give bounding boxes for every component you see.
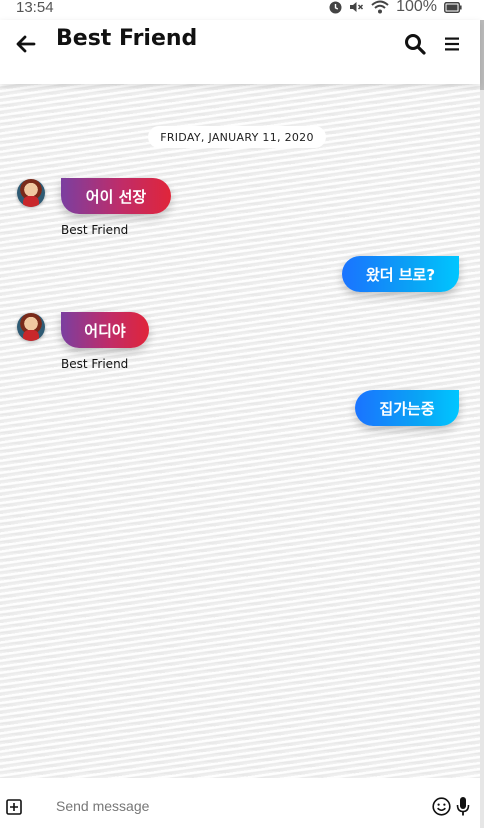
- message-input-bar: [0, 778, 480, 828]
- alarm-icon: [329, 1, 342, 13]
- chat-title: Best Friend: [56, 26, 198, 51]
- status-time: 13:54: [16, 0, 54, 16]
- microphone-icon[interactable]: [456, 796, 470, 817]
- battery-icon: [444, 1, 462, 13]
- chat-header: Best Friend: [0, 20, 480, 84]
- date-separator: FRIDAY, JANUARY 11, 2020: [148, 126, 326, 148]
- status-icons: 100%: [329, 0, 462, 16]
- menu-icon[interactable]: [444, 36, 460, 52]
- back-arrow-icon[interactable]: [14, 32, 38, 56]
- emoji-icon[interactable]: [432, 797, 451, 816]
- incoming-message-bubble[interactable]: 어이 선장: [61, 178, 171, 214]
- wifi-icon: [371, 0, 389, 14]
- search-icon[interactable]: [404, 33, 426, 55]
- scrollbar-track[interactable]: [480, 20, 484, 828]
- status-bar: 13:54 100%: [0, 0, 484, 20]
- incoming-message-bubble[interactable]: 어디야: [61, 312, 149, 348]
- scrollbar-thumb[interactable]: [480, 20, 484, 90]
- battery-percent: 100%: [396, 0, 437, 15]
- sender-name: Best Friend: [61, 357, 129, 371]
- avatar[interactable]: [17, 179, 45, 207]
- add-icon[interactable]: [6, 799, 22, 815]
- message-input[interactable]: [54, 796, 418, 816]
- chat-area[interactable]: FRIDAY, JANUARY 11, 2020 어이 선장 Best Frie…: [0, 84, 480, 778]
- outgoing-message-bubble[interactable]: 집가는중: [355, 390, 459, 426]
- sender-name: Best Friend: [61, 223, 129, 237]
- avatar[interactable]: [17, 313, 45, 341]
- outgoing-message-bubble[interactable]: 왔더 브로?: [342, 256, 459, 292]
- mute-icon: [350, 2, 364, 12]
